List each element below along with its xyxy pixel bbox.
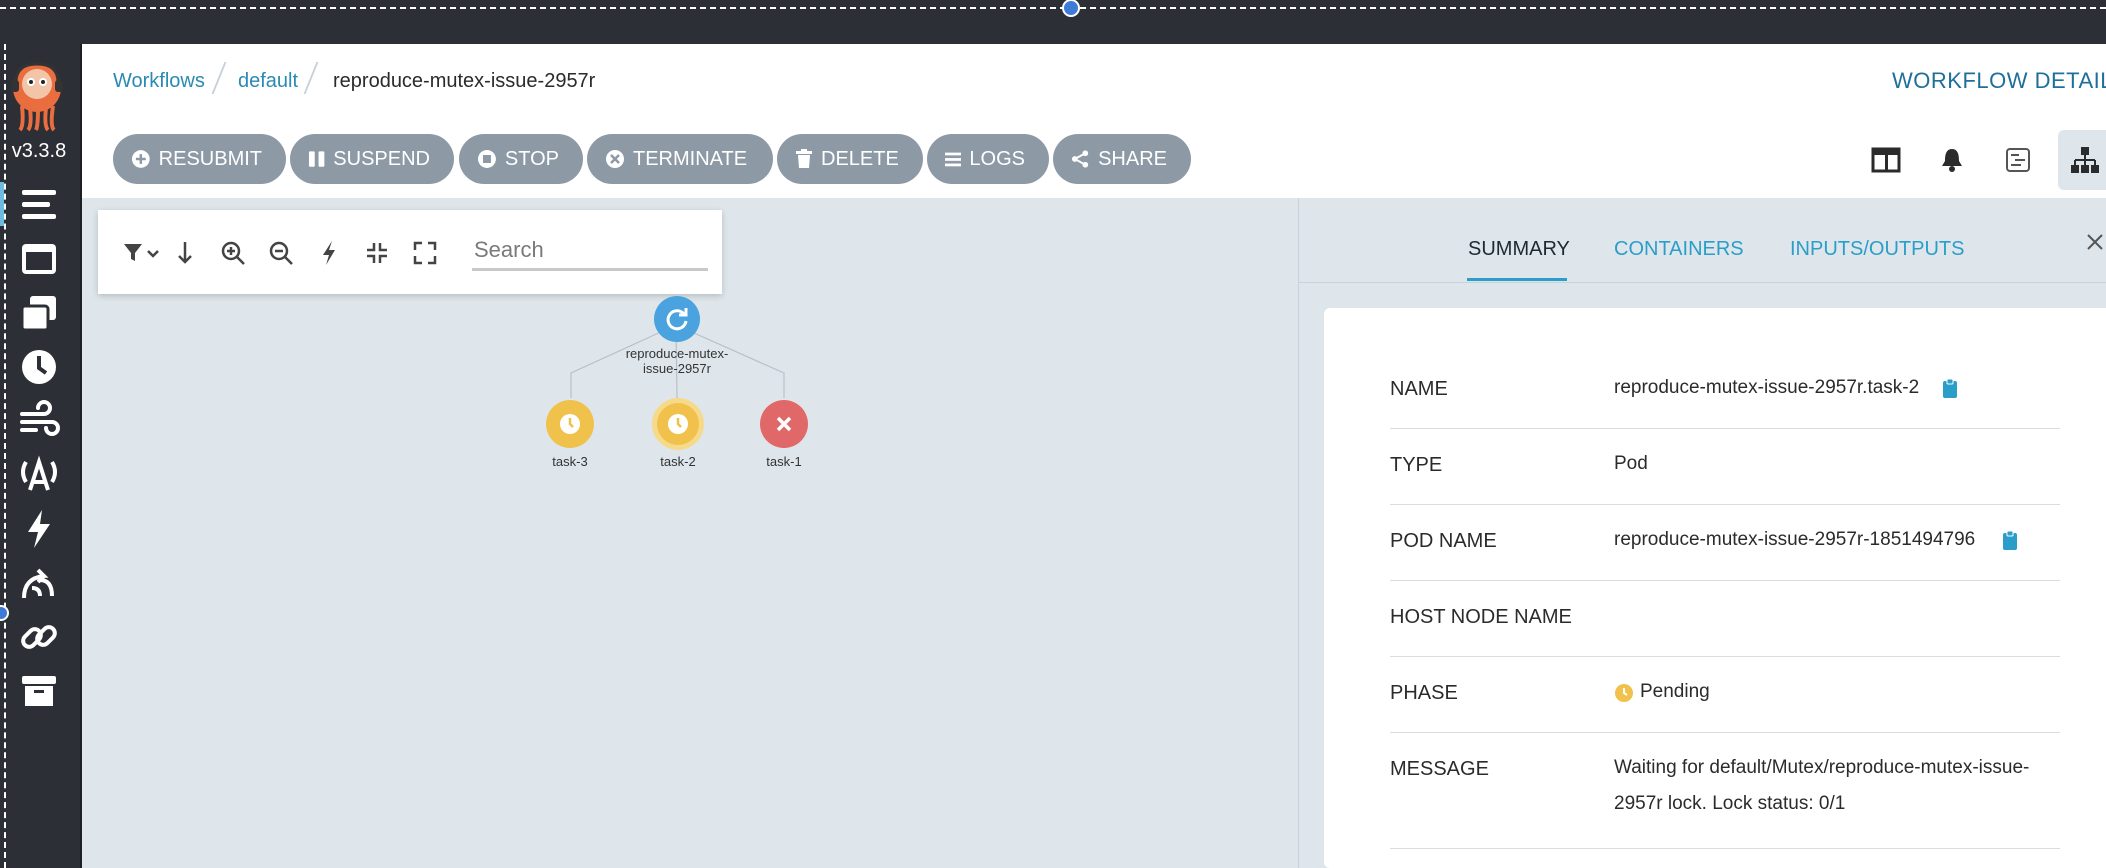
split-view-icon[interactable] [1864,138,1908,182]
terminate-label: TERMINATE [633,147,748,170]
field-label: TYPE [1390,454,1443,476]
field-row-host-node-name: HOST NODE NAME [1390,580,2060,657]
task-node-label: task-3 [552,454,588,469]
field-label: NAME [1390,378,1448,400]
breadcrumb-separator [211,62,227,94]
plus-circle-icon [131,150,150,168]
active-nav-indicator [0,182,4,226]
workflow-graph[interactable]: reproduce-mutex- issue-2957r task-3 task… [82,198,1298,868]
delete-label: DELETE [821,147,899,170]
version-label: v3.3.8 [11,140,67,162]
task-node-task-3[interactable] [546,400,594,448]
selection-dashed-border-left [4,44,6,868]
active-tab-underline [1467,278,1567,281]
cluster-templates-icon[interactable] [18,292,60,334]
close-icon[interactable] [2086,233,2104,256]
bell-icon[interactable] [1930,138,1974,182]
share-icon [1071,150,1089,168]
resize-handle[interactable] [1062,0,1080,17]
running-icon [666,308,688,331]
root-node-label-line2: issue-2957r [643,361,711,376]
share-button[interactable]: SHARE [1053,134,1191,184]
field-row-message: MESSAGE Waiting for default/Mutex/reprod… [1390,732,2060,849]
event-flow-icon[interactable] [18,400,60,442]
message-value: Waiting for default/Mutex/reproduce-mute… [1614,750,2029,822]
workflows-icon[interactable] [18,184,60,226]
suspend-button[interactable]: SUSPEND [290,134,454,184]
task-node-label: task-1 [766,454,802,469]
breadcrumb-namespace[interactable]: default [238,70,298,93]
tabs-divider [1298,282,2106,283]
logs-label: LOGS [969,147,1025,170]
workflow-root-node[interactable] [654,296,700,342]
sidebar: v3.3.8 [0,44,82,868]
field-label: HOST NODE NAME [1390,606,1572,628]
sensors-icon[interactable] [18,508,60,550]
task-node-label: task-2 [660,454,696,469]
action-toolbar: RESUBMIT SUSPEND STOP TERMINATE DELETE L… [82,120,2106,199]
cron-workflows-icon[interactable] [18,346,60,388]
field-value: Pod [1614,453,1648,474]
field-row-pod-name: POD NAME reproduce-mutex-issue-2957r-185… [1390,504,2060,581]
delete-button[interactable]: DELETE [777,134,923,184]
stop-label: STOP [504,147,559,170]
pause-icon [308,151,325,167]
stop-button[interactable]: STOP [459,134,583,184]
breadcrumb-workflows[interactable]: Workflows [113,70,205,93]
link-icon[interactable] [18,616,60,658]
resubmit-button[interactable]: RESUBMIT [113,134,286,184]
task-node-task-2[interactable] [657,403,699,445]
field-row-phase: PHASE Pending [1390,656,2060,733]
argo-logo-icon[interactable] [8,60,66,132]
clock-icon [668,414,688,434]
share-label: SHARE [1098,147,1167,170]
times-circle-icon [606,150,624,168]
graph-view-icon[interactable] [2058,130,2106,190]
suspend-label: SUSPEND [333,147,430,170]
bars-icon [945,152,962,167]
resize-handle-left[interactable] [0,605,9,621]
field-label: MESSAGE [1390,758,1489,780]
breadcrumb-current: reproduce-mutex-issue-2957r [333,70,596,92]
tab-containers[interactable]: CONTAINERS [1614,238,1744,261]
phase-value: Pending [1640,681,1710,702]
pending-status-icon [1614,683,1634,708]
header: Workflows default reproduce-mutex-issue-… [82,44,2106,121]
field-row-type: TYPE Pod [1390,428,2060,505]
task-node-task-2-selected[interactable] [652,398,704,450]
resubmit-label: RESUBMIT [158,147,262,170]
event-sources-icon[interactable] [18,454,60,496]
field-value: reproduce-mutex-issue-2957r.task-2 [1614,377,1920,398]
workflow-templates-icon[interactable] [18,238,60,280]
clipboard-icon[interactable] [1942,378,1958,403]
tab-summary[interactable]: SUMMARY [1468,238,1570,261]
message-line-1: Waiting for default/Mutex/reproduce-mute… [1614,757,2030,778]
trash-icon [796,149,812,168]
terminate-button[interactable]: TERMINATE [587,134,773,184]
field-value: reproduce-mutex-issue-2957r-1851494796 [1614,529,1976,550]
top-bar [0,0,2106,44]
times-icon [776,416,792,432]
graph-edges [570,324,785,399]
root-node-label: reproduce-mutex- issue-2957r [617,346,737,376]
pipelines-icon[interactable] [18,562,60,604]
clipboard-icon[interactable] [2002,530,2018,555]
archive-icon[interactable] [18,670,60,712]
task-node-task-1[interactable] [760,400,808,448]
timeline-view-icon[interactable] [1996,138,2040,182]
breadcrumb-separator [303,62,319,94]
page-title: WORKFLOW DETAILS [1892,68,2106,93]
field-label: POD NAME [1390,530,1497,552]
tab-inputs-outputs[interactable]: INPUTS/OUTPUTS [1790,238,1964,261]
field-label: PHASE [1390,682,1458,704]
stop-circle-icon [477,150,496,168]
clock-icon [560,414,580,434]
message-line-2: 2957r lock. Lock status: 0/1 [1614,793,1846,814]
root-node-label-line1: reproduce-mutex- [625,346,729,361]
field-row-name: NAME reproduce-mutex-issue-2957r.task-2 [1390,360,2060,429]
selection-dashed-border [0,7,2106,9]
logs-button[interactable]: LOGS [927,134,1049,184]
